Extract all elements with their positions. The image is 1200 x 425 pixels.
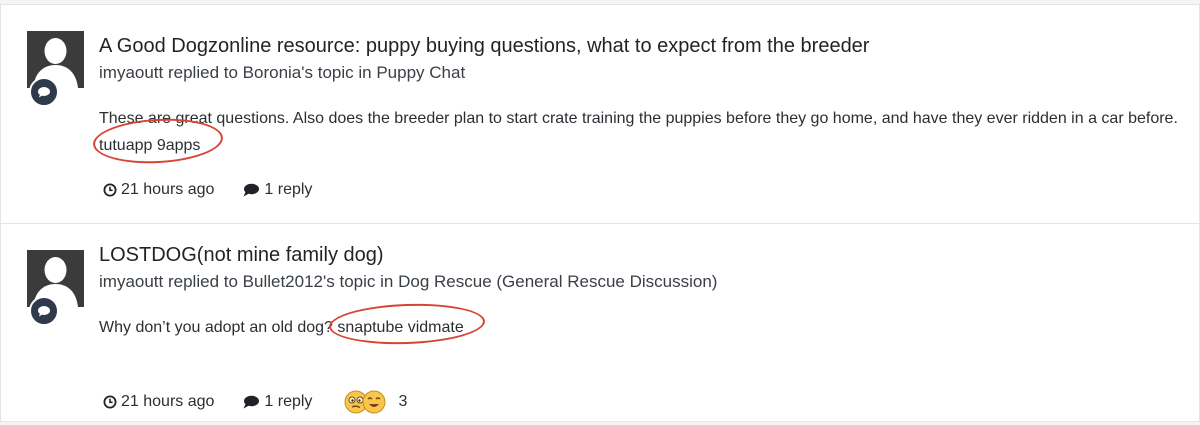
annotated-text: snaptube vidmate bbox=[328, 301, 487, 347]
activity-entry: A Good Dogzonline resource: puppy buying… bbox=[1, 5, 1199, 224]
activity-feed: A Good Dogzonline resource: puppy buying… bbox=[0, 4, 1200, 422]
post-snippet: These are great questions. Also does the… bbox=[91, 105, 1179, 167]
topic-owner-link[interactable]: Boronia's bbox=[243, 63, 313, 82]
clock-icon bbox=[103, 395, 117, 409]
topic-title-link[interactable]: A Good Dogzonline resource: puppy buying… bbox=[99, 35, 869, 58]
timestamp[interactable]: 21 hours ago bbox=[103, 181, 214, 199]
reply-count-text: 1 reply bbox=[264, 181, 313, 198]
annotated-text: tutuapp 9apps bbox=[91, 115, 225, 167]
timestamp-text: 21 hours ago bbox=[121, 393, 215, 410]
comment-icon bbox=[243, 183, 260, 197]
topic-word: topic in bbox=[339, 272, 394, 291]
user-avatar-wrap[interactable] bbox=[27, 31, 87, 107]
activity-entry: LOSTDOG(not mine family dog) imyaoutt re… bbox=[1, 224, 1199, 421]
forum-link[interactable]: Puppy Chat bbox=[376, 63, 465, 82]
snippet-text: These are great questions. Also does the… bbox=[99, 110, 1178, 127]
action-text: replied to bbox=[167, 63, 238, 82]
speech-bubble-icon bbox=[38, 306, 50, 317]
clock-icon bbox=[103, 183, 117, 197]
author-link[interactable]: imyaoutt bbox=[99, 272, 163, 291]
forum-link[interactable]: Dog Rescue (General Rescue Discussion) bbox=[398, 272, 717, 291]
post-snippet: Why don’t you adopt an old dog? snaptube… bbox=[99, 301, 1179, 347]
laughing-emoji-icon bbox=[362, 390, 386, 414]
activity-meta: imyaoutt replied to Boronia's topic in P… bbox=[99, 63, 465, 83]
reactions[interactable]: 3 bbox=[344, 390, 407, 414]
topic-owner-link[interactable]: Bullet2012's bbox=[243, 272, 335, 291]
action-text: replied to bbox=[167, 272, 238, 291]
timestamp-text: 21 hours ago bbox=[121, 181, 215, 198]
snippet-text: Why don’t you adopt an old dog? bbox=[99, 319, 333, 336]
comment-icon bbox=[243, 395, 260, 409]
annotation-text: snaptube vidmate bbox=[337, 319, 464, 336]
topic-title-link[interactable]: LOSTDOG(not mine family dog) bbox=[99, 244, 384, 267]
author-link[interactable]: imyaoutt bbox=[99, 63, 163, 82]
reaction-icons bbox=[344, 390, 390, 414]
activity-stats: 21 hours ago 1 reply bbox=[103, 390, 407, 414]
reply-count-text: 1 reply bbox=[264, 393, 313, 410]
activity-meta: imyaoutt replied to Bullet2012's topic i… bbox=[99, 272, 717, 292]
activity-stats: 21 hours ago 1 reply bbox=[103, 181, 344, 199]
speech-bubble-icon bbox=[38, 87, 50, 98]
topic-word: topic in bbox=[317, 63, 372, 82]
timestamp[interactable]: 21 hours ago bbox=[103, 393, 214, 411]
annotation-text: tutuapp 9apps bbox=[99, 137, 201, 154]
reply-badge bbox=[29, 296, 59, 326]
reply-badge bbox=[29, 77, 59, 107]
reaction-count: 3 bbox=[398, 393, 408, 410]
reply-count[interactable]: 1 reply bbox=[242, 393, 312, 411]
reply-count[interactable]: 1 reply bbox=[242, 181, 312, 199]
user-avatar-wrap[interactable] bbox=[27, 250, 87, 326]
